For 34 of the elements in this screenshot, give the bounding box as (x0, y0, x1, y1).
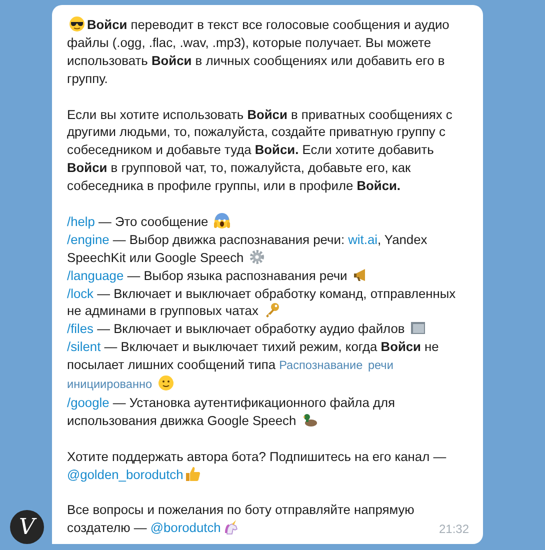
message-text: /files — Включает и выключает обработку аудио файлов (67, 320, 469, 338)
avatar-logo[interactable]: V (10, 510, 44, 544)
command-link[interactable]: /files (67, 321, 94, 336)
link[interactable]: @borodutch (150, 520, 221, 536)
message-text: /engine — Выбор движка распознавания речи: wit.ai, Yandex SpeechKit или Google Speech (67, 230, 428, 267)
code-text: инициированно (67, 377, 152, 392)
link[interactable]: @golden_borodutch (67, 466, 184, 482)
message-text: /help — Это сообщение (67, 212, 469, 231)
message-text: Все вопросы и пожелания по боту отправляйте напрямую создателю — @borodutch (67, 501, 416, 538)
thumbs-up-icon (185, 466, 202, 482)
command-link[interactable]: /help (67, 214, 95, 229)
message-text: /google — Установка аутентификационного файла для использования движка Google Speech (67, 394, 396, 430)
code-text: Распознавание речи (279, 358, 394, 372)
link[interactable]: wit.ai (348, 232, 378, 247)
gear-icon (249, 248, 266, 265)
folder-icon (410, 320, 426, 336)
smiling-face-icon (158, 375, 174, 392)
key-icon (264, 302, 280, 318)
unicorn-icon (222, 519, 239, 536)
command-link[interactable]: /google (67, 395, 110, 410)
duck-icon (302, 412, 318, 428)
sunglasses-face-icon (69, 16, 85, 32)
message-text: Войси переводит в текст все голосовые сообщения и аудио файлы (.ogg, .flac, .wav, .mp3), которые получает. Вы можете использовать Войси в личных сообщениях или добавить его в группу. (67, 16, 450, 88)
message-text: Если вы хотите использовать Войси в приватных сообщениях с другими людьми, то, пожалуйста, создайте приватную группу с собеседником и добавьте туда Войси. Если хотите добавить Войси в групповой чат, то, пожалуйста, добавьте его, как собеседника в профиле группы, или в профиле Войси. (67, 106, 454, 196)
command-link[interactable]: /language (67, 268, 124, 283)
message-text: /silent — Включает и выключает тихий режим, когда Войси не посылает лишних сообщений типа Распознавание речи инициированно (67, 338, 440, 394)
message-time: 21:32 (438, 521, 469, 538)
message-text: /lock — Включает и выключает обработку команд, отправленных не админами в групповых чатах (67, 284, 457, 320)
screaming-face-icon (214, 212, 230, 229)
message-text: /language — Выбор языка распознавания речи (67, 266, 469, 285)
command-link[interactable]: /engine (67, 232, 110, 247)
command-link[interactable]: /silent (67, 339, 101, 354)
message-text: Хотите поддержать автора бота? Подпишитесь на его канал — @golden_borodutch (67, 448, 448, 484)
command-link[interactable]: /lock (67, 286, 94, 301)
